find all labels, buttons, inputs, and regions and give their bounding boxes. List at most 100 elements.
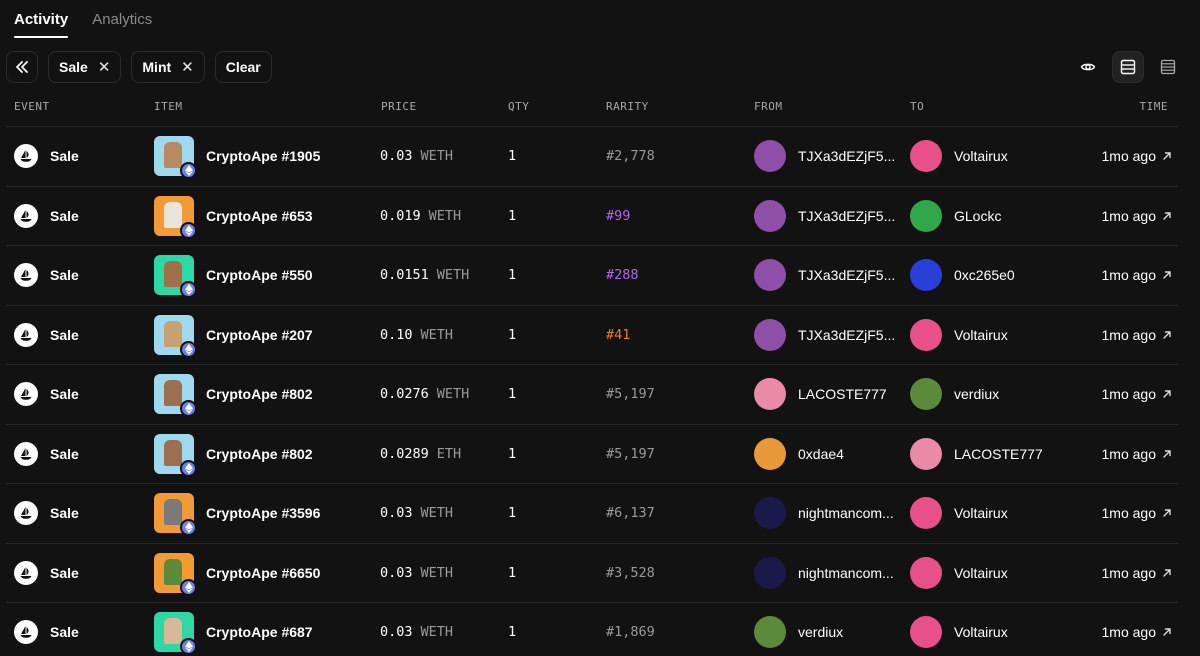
from-cell[interactable]: TJXa3dEZjF5... bbox=[754, 246, 895, 305]
to-cell[interactable]: Voltairux bbox=[910, 544, 1008, 603]
from-user-link[interactable]: TJXa3dEZjF5... bbox=[798, 148, 895, 164]
filter-chip-mint[interactable]: Mint ✕ bbox=[131, 51, 205, 83]
close-icon[interactable]: ✕ bbox=[181, 58, 194, 76]
item-name-link[interactable]: CryptoApe #802 bbox=[206, 386, 313, 402]
external-link-icon[interactable] bbox=[1162, 389, 1172, 399]
from-cell[interactable]: nightmancom... bbox=[754, 544, 894, 603]
time-cell[interactable]: 1mo ago bbox=[1102, 246, 1172, 305]
nft-thumbnail[interactable] bbox=[154, 255, 197, 299]
list-view-button[interactable] bbox=[1112, 51, 1144, 83]
to-user-link[interactable]: Voltairux bbox=[954, 565, 1008, 581]
from-cell[interactable]: TJXa3dEZjF5... bbox=[754, 306, 895, 365]
time-label[interactable]: 1mo ago bbox=[1102, 386, 1156, 402]
from-user-link[interactable]: nightmancom... bbox=[798, 565, 894, 581]
time-cell[interactable]: 1mo ago bbox=[1102, 127, 1172, 186]
table-row[interactable]: Sale CryptoApe #550 0.0151 WETH 1 #288 T… bbox=[6, 245, 1178, 305]
tab-activity[interactable]: Activity bbox=[14, 0, 69, 38]
table-row[interactable]: Sale CryptoApe #3596 0.03 WETH 1 #6,137 … bbox=[6, 483, 1178, 543]
table-row[interactable]: Sale CryptoApe #6650 0.03 WETH 1 #3,528 … bbox=[6, 542, 1178, 603]
toggle-visibility-button[interactable] bbox=[1072, 51, 1104, 83]
from-cell[interactable]: LACOSTE777 bbox=[754, 365, 887, 424]
time-label[interactable]: 1mo ago bbox=[1102, 565, 1156, 581]
nft-thumbnail[interactable] bbox=[154, 314, 197, 358]
nft-thumbnail[interactable] bbox=[154, 552, 197, 596]
column-header-event[interactable]: EVENT bbox=[14, 100, 50, 113]
tab-analytics[interactable]: Analytics bbox=[92, 0, 152, 38]
to-cell[interactable]: LACOSTE777 bbox=[910, 425, 1043, 484]
from-user-link[interactable]: TJXa3dEZjF5... bbox=[798, 267, 895, 283]
time-cell[interactable]: 1mo ago bbox=[1102, 365, 1172, 424]
external-link-icon[interactable] bbox=[1162, 627, 1172, 637]
item-cell[interactable]: CryptoApe #802 bbox=[154, 365, 313, 424]
to-user-link[interactable]: Voltairux bbox=[954, 624, 1008, 640]
item-cell[interactable]: CryptoApe #207 bbox=[154, 306, 313, 365]
from-cell[interactable]: 0xdae4 bbox=[754, 425, 844, 484]
to-avatar[interactable] bbox=[910, 378, 942, 411]
from-user-link[interactable]: TJXa3dEZjF5... bbox=[798, 208, 895, 224]
column-header-time[interactable]: TIME bbox=[1140, 100, 1169, 113]
time-cell[interactable]: 1mo ago bbox=[1102, 425, 1172, 484]
nft-thumbnail[interactable] bbox=[154, 433, 197, 477]
item-name-link[interactable]: CryptoApe #207 bbox=[206, 327, 313, 343]
to-avatar[interactable] bbox=[910, 497, 942, 530]
compact-view-button[interactable] bbox=[1152, 51, 1184, 83]
item-name-link[interactable]: CryptoApe #1905 bbox=[206, 148, 320, 164]
to-cell[interactable]: Voltairux bbox=[910, 484, 1008, 543]
to-cell[interactable]: Voltairux bbox=[910, 306, 1008, 365]
item-cell[interactable]: CryptoApe #1905 bbox=[154, 127, 320, 186]
to-cell[interactable]: verdiux bbox=[910, 365, 999, 424]
item-name-link[interactable]: CryptoApe #802 bbox=[206, 446, 313, 462]
to-user-link[interactable]: Voltairux bbox=[954, 327, 1008, 343]
collapse-filters-button[interactable] bbox=[6, 51, 38, 83]
from-user-link[interactable]: TJXa3dEZjF5... bbox=[798, 327, 895, 343]
to-cell[interactable]: 0xc265e0 bbox=[910, 246, 1015, 305]
to-cell[interactable]: Voltairux bbox=[910, 127, 1008, 186]
time-cell[interactable]: 1mo ago bbox=[1102, 187, 1172, 246]
from-user-link[interactable]: LACOSTE777 bbox=[798, 386, 887, 402]
nft-thumbnail[interactable] bbox=[154, 612, 197, 656]
time-label[interactable]: 1mo ago bbox=[1102, 208, 1156, 224]
from-cell[interactable]: TJXa3dEZjF5... bbox=[754, 187, 895, 246]
item-cell[interactable]: CryptoApe #6650 bbox=[154, 544, 320, 603]
from-cell[interactable]: nightmancom... bbox=[754, 484, 894, 543]
table-row[interactable]: Sale CryptoApe #1905 0.03 WETH 1 #2,778 … bbox=[6, 126, 1178, 186]
time-label[interactable]: 1mo ago bbox=[1102, 505, 1156, 521]
column-header-to[interactable]: TO bbox=[910, 100, 924, 113]
time-label[interactable]: 1mo ago bbox=[1102, 148, 1156, 164]
item-cell[interactable]: CryptoApe #653 bbox=[154, 187, 313, 246]
from-avatar[interactable] bbox=[754, 616, 786, 649]
time-cell[interactable]: 1mo ago bbox=[1102, 544, 1172, 603]
item-cell[interactable]: CryptoApe #687 bbox=[154, 603, 313, 656]
external-link-icon[interactable] bbox=[1162, 449, 1172, 459]
to-avatar[interactable] bbox=[910, 616, 942, 649]
from-avatar[interactable] bbox=[754, 199, 786, 232]
column-header-from[interactable]: FROM bbox=[754, 100, 783, 113]
external-link-icon[interactable] bbox=[1162, 211, 1172, 221]
to-avatar[interactable] bbox=[910, 199, 942, 232]
item-cell[interactable]: CryptoApe #550 bbox=[154, 246, 313, 305]
item-name-link[interactable]: CryptoApe #653 bbox=[206, 208, 313, 224]
from-avatar[interactable] bbox=[754, 140, 786, 173]
table-row[interactable]: Sale CryptoApe #653 0.019 WETH 1 #99 TJX… bbox=[6, 185, 1178, 246]
from-avatar[interactable] bbox=[754, 259, 786, 292]
from-avatar[interactable] bbox=[754, 556, 786, 589]
from-user-link[interactable]: 0xdae4 bbox=[798, 446, 844, 462]
table-row[interactable]: Sale CryptoApe #802 0.0276 WETH 1 #5,197… bbox=[6, 364, 1178, 424]
nft-thumbnail[interactable] bbox=[154, 136, 197, 180]
time-cell[interactable]: 1mo ago bbox=[1102, 484, 1172, 543]
close-icon[interactable]: ✕ bbox=[98, 58, 111, 76]
item-cell[interactable]: CryptoApe #802 bbox=[154, 425, 313, 484]
table-row[interactable]: Sale CryptoApe #207 0.10 WETH 1 #41 TJXa… bbox=[6, 304, 1178, 365]
time-cell[interactable]: 1mo ago bbox=[1102, 603, 1172, 656]
to-avatar[interactable] bbox=[910, 318, 942, 351]
time-cell[interactable]: 1mo ago bbox=[1102, 306, 1172, 365]
from-avatar[interactable] bbox=[754, 318, 786, 351]
time-label[interactable]: 1mo ago bbox=[1102, 267, 1156, 283]
to-user-link[interactable]: LACOSTE777 bbox=[954, 446, 1043, 462]
external-link-icon[interactable] bbox=[1162, 508, 1172, 518]
external-link-icon[interactable] bbox=[1162, 270, 1172, 280]
clear-filters-button[interactable]: Clear bbox=[214, 51, 272, 83]
item-name-link[interactable]: CryptoApe #3596 bbox=[206, 505, 320, 521]
external-link-icon[interactable] bbox=[1162, 330, 1172, 340]
to-cell[interactable]: Voltairux bbox=[910, 603, 1008, 656]
